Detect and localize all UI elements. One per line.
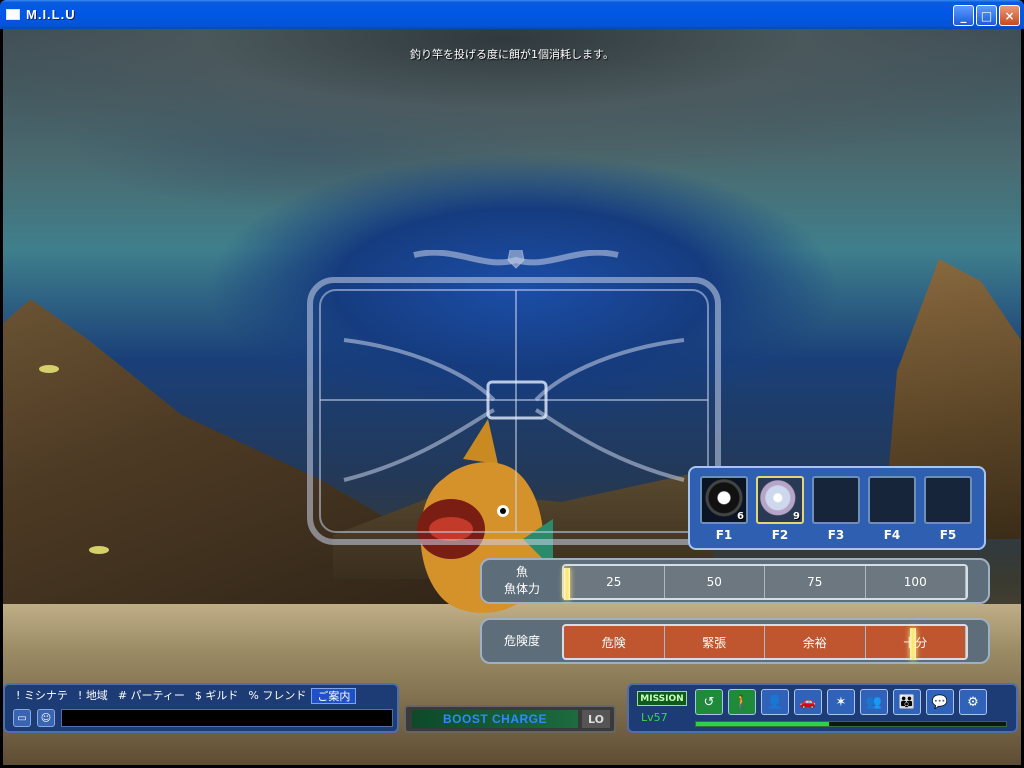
boost-charge-button[interactable]: BOOST CHARGE bbox=[412, 710, 578, 728]
party-add-icon[interactable]: 👥 bbox=[860, 689, 888, 715]
stamina-segment: 25 bbox=[564, 566, 665, 598]
mission-button[interactable]: MISSION bbox=[637, 691, 687, 706]
window-title: M.I.L.U bbox=[26, 7, 76, 22]
boost-charge-panel: BOOST CHARGE LO bbox=[404, 705, 616, 733]
slot-key-label: F1 bbox=[715, 528, 733, 542]
slot-key-label: F2 bbox=[771, 528, 789, 542]
chat-window-icon[interactable]: ▭ bbox=[13, 709, 31, 727]
stamina-segment: 50 bbox=[665, 566, 765, 598]
chat-input[interactable] bbox=[61, 709, 393, 727]
empty-slot[interactable] bbox=[812, 476, 860, 524]
chat-panel: ! ミシナテ ! 地域 # パーティー $ ギルド % フレンド ご案内 ▭ ☺ bbox=[3, 683, 399, 733]
system-notice: 釣り竿を投げる度に餌が1個消耗します。 bbox=[410, 48, 614, 61]
slot-key-label: F3 bbox=[827, 528, 845, 542]
small-fish bbox=[89, 546, 109, 554]
maximize-button[interactable]: □ bbox=[976, 5, 997, 26]
profile-icon[interactable]: 👤 bbox=[761, 689, 789, 715]
stamina-segment: 100 bbox=[866, 566, 966, 598]
chat-tab-area[interactable]: ! 地域 bbox=[73, 688, 113, 704]
quickslot-f5[interactable]: F5 bbox=[924, 476, 972, 542]
slot-count: 6 bbox=[737, 511, 744, 522]
chat-bubble-icon[interactable]: 💬 bbox=[926, 689, 954, 715]
vehicle-icon[interactable]: 🚗 bbox=[794, 689, 822, 715]
settings-icon[interactable]: ⚙ bbox=[959, 689, 987, 715]
fish-stamina-label: 魚体力 bbox=[503, 582, 540, 596]
fishing-lure-icon[interactable]: 6 bbox=[700, 476, 748, 524]
quickslot-f2[interactable]: 9 F2 bbox=[756, 476, 804, 542]
bait-orb-icon[interactable]: 9 bbox=[756, 476, 804, 524]
app-icon bbox=[6, 9, 20, 20]
quickslot-f4[interactable]: F4 bbox=[868, 476, 916, 542]
boost-lo-button[interactable]: LO bbox=[582, 710, 610, 728]
small-fish bbox=[39, 365, 59, 373]
chat-tab-mission[interactable]: ! ミシナテ bbox=[11, 688, 73, 704]
danger-marker bbox=[909, 628, 916, 660]
quickslot-f3[interactable]: F3 bbox=[812, 476, 860, 542]
emoticon-icon[interactable]: ☺ bbox=[37, 709, 55, 727]
empty-slot[interactable] bbox=[924, 476, 972, 524]
chat-tab-party[interactable]: # パーティー bbox=[113, 688, 190, 704]
stamina-track: 25 50 75 100 bbox=[562, 564, 968, 600]
character-icon[interactable]: 🚶 bbox=[728, 689, 756, 715]
chat-tab-guild[interactable]: $ ギルド bbox=[190, 688, 244, 704]
danger-segment: 危険 bbox=[564, 626, 665, 658]
fishing-crosshair bbox=[307, 250, 721, 545]
danger-track: 危険 緊張 余裕 十分 bbox=[562, 624, 968, 660]
close-button[interactable]: × bbox=[999, 5, 1020, 26]
chat-tab-friend[interactable]: % フレンド bbox=[243, 688, 311, 704]
party-icon[interactable]: 👪 bbox=[893, 689, 921, 715]
return-icon[interactable]: ↺ bbox=[695, 689, 723, 715]
stamina-segment: 75 bbox=[765, 566, 866, 598]
quickslot-f1[interactable]: 6 F1 bbox=[700, 476, 748, 542]
empty-slot[interactable] bbox=[868, 476, 916, 524]
xp-bar bbox=[695, 721, 1007, 727]
danger-label: 危険度 bbox=[503, 633, 540, 648]
main-menu-panel: MISSION Lv57 ↺ 🚶 👤 🚗 ✶ 👥 👪 💬 ⚙ bbox=[627, 683, 1018, 733]
slot-key-label: F4 bbox=[883, 528, 901, 542]
chat-tab-guide[interactable]: ご案内 bbox=[311, 688, 357, 704]
skill-icon[interactable]: ✶ bbox=[827, 689, 855, 715]
danger-gauge: 危険度 危険 緊張 余裕 十分 bbox=[480, 618, 990, 664]
fish-stamina-gauge: 魚 魚体力 25 50 75 100 bbox=[480, 558, 990, 604]
slot-key-label: F5 bbox=[939, 528, 957, 542]
danger-segment: 緊張 bbox=[665, 626, 765, 658]
fish-label: 魚 bbox=[515, 565, 528, 579]
quickslot-panel: 6 F1 9 F2 F3 F4 F5 bbox=[688, 466, 986, 550]
minimize-button[interactable]: _ bbox=[953, 5, 974, 26]
title-bar: M.I.L.U _ □ × bbox=[0, 0, 1024, 29]
stamina-marker bbox=[564, 568, 570, 600]
xp-fill bbox=[696, 722, 830, 726]
danger-segment: 十分 bbox=[866, 626, 966, 658]
danger-segment: 余裕 bbox=[765, 626, 866, 658]
slot-count: 9 bbox=[793, 511, 800, 522]
level-label: Lv57 bbox=[641, 711, 668, 724]
